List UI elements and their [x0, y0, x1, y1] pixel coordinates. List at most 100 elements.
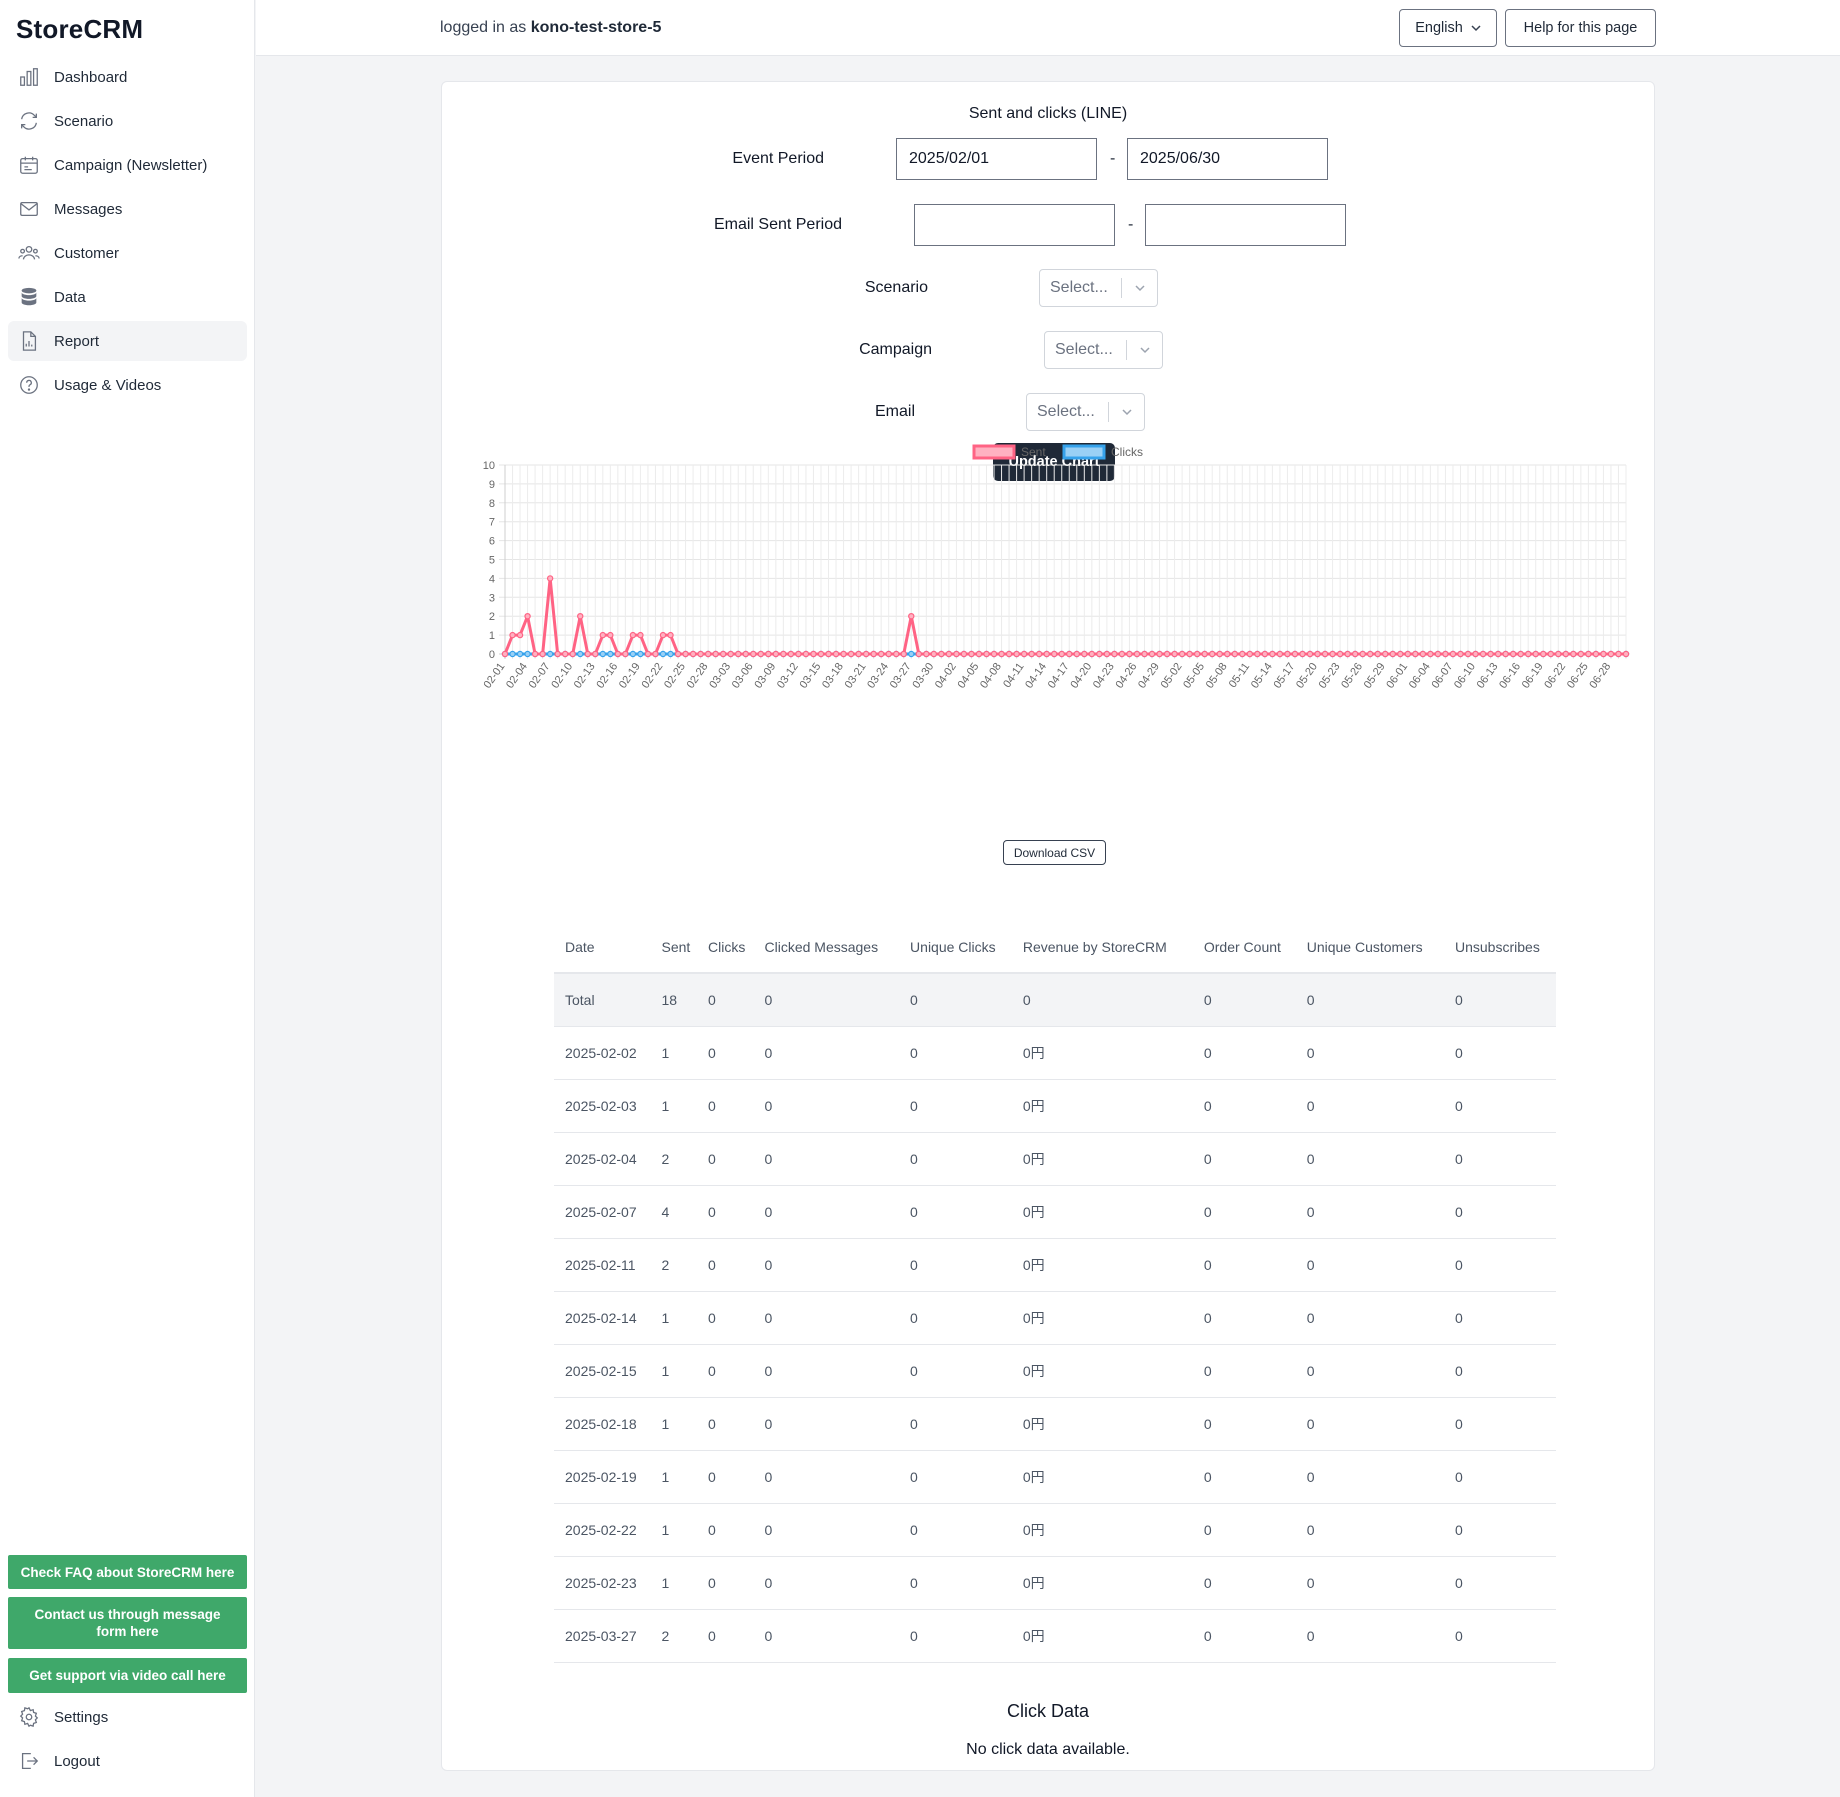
sidebar-item-data[interactable]: Data: [8, 277, 247, 317]
table-cell: 0: [1192, 1397, 1296, 1451]
x-tick-label: 02-25: [662, 661, 688, 691]
table-row: 2025-02-15 1 0 0 0 0円 0 0 0: [554, 1344, 1556, 1398]
data-point-sent: [1555, 650, 1562, 658]
data-point-sent: [1412, 650, 1419, 658]
data-point-sent: [1178, 650, 1186, 658]
x-tick-label: 03-24: [865, 661, 891, 691]
x-tick-label: 04-26: [1113, 661, 1139, 691]
sidebar-item-campaign-newsletter[interactable]: Campaign (Newsletter): [8, 145, 247, 185]
data-point-sent: [1622, 650, 1630, 658]
data-point-sent: [1171, 650, 1178, 658]
x-tick-label: 06-19: [1520, 661, 1546, 691]
users-icon: [18, 242, 40, 264]
sidebar-item-usage-videos[interactable]: Usage & Videos: [8, 365, 247, 405]
table-cell: 2025-02-03: [554, 1079, 651, 1133]
language-select[interactable]: English: [1399, 9, 1497, 47]
table-cell: 0: [1295, 1079, 1444, 1133]
sidebar-item-settings[interactable]: Settings: [8, 1697, 247, 1737]
data-point-sent: [1427, 650, 1434, 658]
data-point-sent: [757, 650, 764, 658]
x-tick-label: 02-19: [617, 661, 643, 691]
data-point-sent: [802, 650, 810, 658]
sidebar-item-label: Customer: [54, 244, 120, 262]
gear-icon: [18, 1706, 40, 1728]
sidebar-item-label: Messages: [54, 200, 123, 218]
table-cell: 0: [899, 1503, 1012, 1557]
data-point-sent: [629, 631, 637, 639]
table-cell: 0円: [1011, 1185, 1193, 1239]
data-point-sent: [1607, 650, 1615, 658]
table-header-row: Date Sent Clicks Clicked Messages Unique Cli…: [554, 921, 1556, 974]
y-tick-label: 9: [489, 479, 495, 491]
table-cell: 2025-02-15: [554, 1344, 651, 1398]
app-logo[interactable]: StoreCRM: [16, 14, 143, 45]
faq-button[interactable]: Check FAQ about StoreCRM here: [8, 1555, 247, 1589]
document-chart-icon: [18, 330, 40, 352]
sidebar-item-logout[interactable]: Logout: [8, 1741, 247, 1781]
data-point-sent: [674, 650, 682, 658]
data-point-sent: [1081, 650, 1088, 658]
data-point-sent: [1013, 650, 1020, 658]
video-support-button[interactable]: Get support via video call here: [8, 1658, 247, 1693]
data-point-sent: [561, 650, 569, 658]
data-point-sent: [1562, 650, 1570, 658]
data-point-sent: [682, 650, 689, 658]
y-tick-label: 5: [489, 555, 495, 567]
download-csv-button[interactable]: Download CSV: [1003, 840, 1106, 865]
table-cell: 0: [753, 1185, 900, 1239]
data-point-sent: [1111, 650, 1118, 658]
data-point-sent: [1156, 650, 1163, 658]
table-cell: 0: [899, 1397, 1012, 1451]
sidebar-item-dashboard[interactable]: Dashboard: [8, 57, 247, 97]
data-point-sent: [569, 650, 576, 658]
data-point-sent: [719, 650, 727, 658]
table-cell: 0: [1444, 1556, 1556, 1610]
data-point-sent: [1321, 650, 1329, 658]
sidebar-item-messages[interactable]: Messages: [8, 189, 247, 229]
table-row: 2025-02-22 1 0 0 0 0円 0 0 0: [554, 1503, 1556, 1557]
x-tick-label: 04-17: [1046, 661, 1072, 691]
sidebar-item-report[interactable]: Report: [8, 321, 247, 361]
table-cell: 0: [899, 1344, 1012, 1398]
top-header: logged in as kono-test-store-5 English H…: [256, 0, 1840, 56]
data-point-sent: [1148, 650, 1156, 658]
table-cell: 0: [1444, 1291, 1556, 1345]
data-point-sent: [516, 631, 524, 639]
column-header: Sent: [650, 921, 698, 974]
sidebar-item-customer[interactable]: Customer: [8, 233, 247, 273]
data-point-sent: [1284, 650, 1291, 658]
data-point-sent: [1291, 650, 1299, 658]
data-point-sent: [1457, 650, 1464, 658]
data-point-sent: [742, 650, 749, 658]
data-point-sent: [1088, 650, 1096, 658]
x-tick-label: 05-11: [1227, 661, 1253, 690]
data-point-sent: [546, 575, 554, 582]
x-tick-label: 05-05: [1181, 661, 1207, 691]
x-tick-label: 04-02: [933, 661, 959, 691]
contact-form-button[interactable]: Contact us through message form here: [8, 1597, 247, 1649]
data-point-sent: [840, 650, 847, 658]
x-tick-label: 04-23: [1091, 661, 1117, 691]
table-cell: 1: [650, 1291, 698, 1345]
data-point-sent: [1524, 650, 1532, 658]
table-cell: 2025-02-22: [554, 1503, 651, 1557]
table-cell: 0円: [1011, 1291, 1193, 1345]
table-cell: 0: [1444, 1450, 1556, 1504]
data-point-sent: [772, 650, 780, 658]
sidebar-item-scenario[interactable]: Scenario: [8, 101, 247, 141]
x-tick-label: 02-22: [639, 661, 665, 691]
x-tick-label: 03-15: [797, 661, 823, 691]
data-point-clicks: [577, 650, 584, 658]
table-cell: 2: [650, 1132, 698, 1186]
sidebar-item-label: Data: [54, 288, 86, 306]
table-cell: 0円: [1011, 1079, 1193, 1133]
data-point-sent: [915, 650, 922, 658]
data-point-sent: [1540, 650, 1547, 658]
table-cell: 0: [697, 1132, 754, 1186]
sidebar-item-label: Report: [54, 332, 100, 350]
data-point-clicks: [629, 650, 637, 658]
help-button[interactable]: Help for this page: [1505, 9, 1656, 47]
data-point-sent: [787, 650, 795, 658]
data-point-sent: [1351, 650, 1359, 658]
data-point-sent: [1336, 650, 1344, 658]
